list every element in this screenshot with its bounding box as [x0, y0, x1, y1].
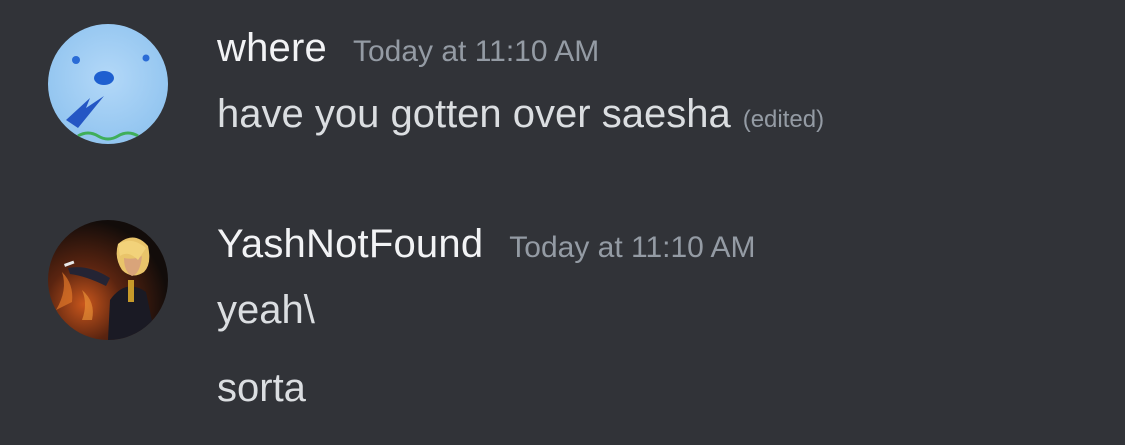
chat-messages: where Today at 11:10 AM have you gotten …: [0, 0, 1125, 445]
message-text: have you gotten over saesha: [217, 92, 731, 136]
avatar[interactable]: [48, 220, 168, 340]
anime-character-avatar-icon: [48, 220, 168, 340]
edited-label[interactable]: (edited): [743, 106, 824, 133]
message-content: have you gotten over saesha (edited): [217, 92, 824, 137]
light-blue-circle-avatar-icon: [48, 24, 168, 144]
username[interactable]: YashNotFound: [217, 222, 483, 267]
timestamp[interactable]: Today at 11:10 AM: [353, 35, 599, 69]
avatar[interactable]: [48, 24, 168, 144]
message-text: yeah\: [217, 288, 315, 332]
message-text: sorta: [217, 366, 306, 410]
timestamp[interactable]: Today at 11:10 AM: [509, 231, 755, 265]
message-header: YashNotFound Today at 11:10 AM: [217, 222, 756, 267]
message-header: where Today at 11:10 AM: [217, 26, 599, 71]
username[interactable]: where: [217, 26, 327, 71]
